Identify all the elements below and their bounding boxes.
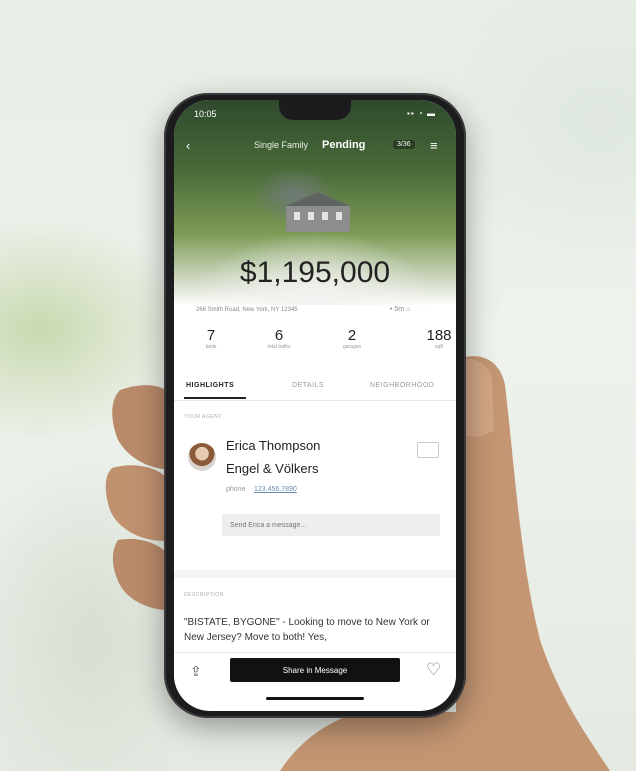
property-type: Single Family	[254, 140, 309, 150]
stat-beds: 7 beds	[196, 327, 226, 351]
phone-screen: 10:05 ▪▪ ◔ ▬ ‹ Single Family Pending 3/3…	[174, 100, 456, 711]
agent-section-label: YOUR AGENT	[184, 414, 222, 420]
menu-icon[interactable]: ≡	[430, 138, 438, 153]
agent-phone-label: phone	[226, 486, 246, 493]
back-icon[interactable]: ‹	[186, 138, 190, 153]
stat-label: beds	[205, 344, 217, 350]
stat-value: 7	[206, 327, 216, 344]
tab-highlights[interactable]: HIGHLIGHTS	[186, 382, 234, 389]
property-stats: 7 beds 6 total baths 2 garages 188 sqft	[174, 328, 456, 364]
stat-baths: 6 total baths	[259, 327, 299, 351]
stat-value: 6	[274, 327, 284, 344]
share-in-message-button[interactable]: Share in Message	[230, 658, 400, 682]
stat-label: sqft	[434, 344, 444, 350]
stat-value: 188	[426, 327, 452, 344]
agent-avatar	[188, 443, 216, 471]
listing-address: 266 Smith Road, New York, NY 12345	[196, 307, 298, 313]
agent-company: Engel & Völkers	[226, 461, 319, 476]
stat-label: garages	[342, 344, 362, 350]
notch	[279, 100, 351, 120]
status-time: 10:05	[194, 109, 217, 119]
description-text: "BISTATE, BYGONE" - Looking to move to N…	[184, 617, 430, 643]
tab-neighborhood[interactable]: NEIGHBORHOOD	[370, 382, 434, 389]
stat-value: 2	[347, 327, 357, 344]
listing-price: $1,195,000	[239, 256, 391, 289]
agent-message-input[interactable]	[222, 514, 440, 536]
listing-meta: • 5m ⌂	[390, 306, 411, 313]
status-icons: ▪▪ ◔ ▬	[407, 109, 436, 118]
tab-details[interactable]: DETAILS	[292, 382, 324, 389]
agent-phone-link[interactable]: 123.456.7890	[254, 486, 297, 493]
bottom-action-bar: ⇪ Share in Message ♡	[174, 652, 456, 691]
house-image	[286, 192, 350, 232]
description-section-label: DESCRIPTION	[184, 592, 224, 598]
section-divider	[174, 570, 456, 578]
stat-garages: 2 garages	[334, 327, 370, 351]
top-bar: ‹ Single Family Pending 3/36 ≡	[174, 138, 456, 156]
stat-sqft: 188 sqft	[422, 327, 456, 351]
favorite-heart-icon[interactable]: ♡	[426, 660, 441, 680]
stat-label: total baths	[267, 344, 291, 350]
active-tab-indicator	[184, 397, 246, 399]
detail-tabs: HIGHLIGHTS DETAILS NEIGHBORHOOD	[174, 380, 456, 401]
photo-count-badge[interactable]: 3/36	[393, 140, 415, 149]
share-icon[interactable]: ⇪	[190, 663, 202, 680]
agent-name: Erica Thompson	[226, 438, 321, 453]
status-label: Pending	[322, 139, 366, 151]
contact-card-icon[interactable]	[417, 442, 439, 458]
home-indicator	[266, 697, 364, 700]
